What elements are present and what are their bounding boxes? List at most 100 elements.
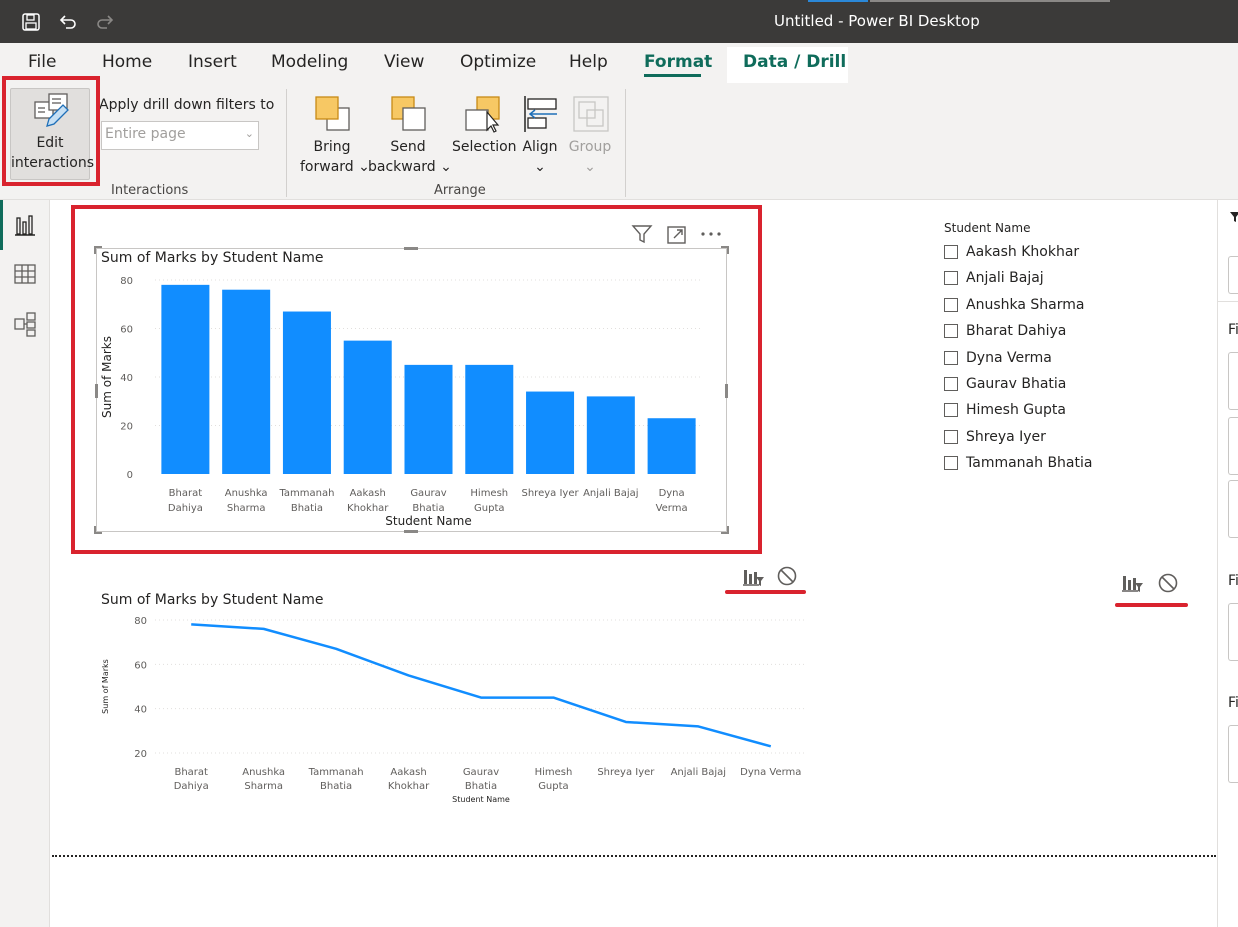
none-interaction-icon[interactable] xyxy=(1157,572,1179,594)
x-tick-label: Shreya Iyer xyxy=(597,767,655,778)
slicer-item-label: Anushka Sharma xyxy=(966,296,1085,313)
filter-interaction-icon[interactable] xyxy=(741,566,765,588)
resize-handle[interactable] xyxy=(725,384,728,398)
slicer-item-label: Anjali Bajaj xyxy=(966,270,1044,287)
pane-card[interactable] xyxy=(1228,352,1238,410)
send-backward-icon xyxy=(391,96,426,131)
resize-handle[interactable] xyxy=(721,526,729,534)
slicer-checkbox[interactable] xyxy=(944,245,958,259)
filter-icon[interactable] xyxy=(631,224,653,244)
more-options-icon[interactable] xyxy=(699,226,723,242)
x-tick-label: Tammanah xyxy=(308,767,364,778)
ribbon-separator xyxy=(625,89,626,197)
resize-handle[interactable] xyxy=(404,247,418,250)
apply-drill-value: Entire page xyxy=(105,126,186,142)
tab-view[interactable]: View xyxy=(384,52,424,72)
pane-section-label: Fi xyxy=(1228,695,1238,711)
pane-card[interactable] xyxy=(1228,725,1238,783)
send-backward-button[interactable]: Send backward ⌄ xyxy=(368,91,452,183)
x-tick-label: Himesh xyxy=(470,488,508,499)
slicer-checkbox[interactable] xyxy=(944,350,958,365)
tab-file[interactable]: File xyxy=(28,52,56,72)
slicer-checkbox[interactable] xyxy=(944,429,958,444)
filter-interaction-icon[interactable] xyxy=(1120,572,1144,594)
x-tick-label: Sharma xyxy=(244,781,283,792)
table-view-icon[interactable] xyxy=(12,261,38,287)
x-tick-label: Sharma xyxy=(227,503,266,514)
slicer-item-label: Aakash Khokhar xyxy=(966,244,1080,260)
slicer-checkbox[interactable] xyxy=(944,324,958,339)
y-tick-label: 20 xyxy=(134,749,147,760)
bring-forward-line1: Bring xyxy=(313,139,351,155)
bar-chart-plot: 0 20 40 60 80 Bharat Dahiya Anushka Sharma Tamman… xyxy=(100,276,702,528)
bring-forward-icon xyxy=(315,96,350,131)
pane-card[interactable] xyxy=(1228,480,1238,538)
pane-filter-icon[interactable] xyxy=(1230,212,1238,222)
bar xyxy=(526,391,575,474)
x-tick-label: Dyna Verma xyxy=(740,767,801,778)
bar xyxy=(647,418,696,474)
slicer-checkbox[interactable] xyxy=(944,297,958,312)
tab-help[interactable]: Help xyxy=(569,52,608,72)
slicer-checkbox[interactable] xyxy=(944,403,958,418)
y-tick-label: 60 xyxy=(134,660,147,671)
slicer-checkbox[interactable] xyxy=(944,456,958,471)
slicer-item[interactable]: Aakash Khokhar xyxy=(944,242,1079,262)
resize-handle[interactable] xyxy=(721,246,729,254)
report-view-icon[interactable] xyxy=(12,212,38,238)
tab-optimize[interactable]: Optimize xyxy=(460,52,536,72)
slicer-checkbox[interactable] xyxy=(944,271,958,286)
slicer-item[interactable]: Dyna Verma xyxy=(944,348,1052,368)
x-tick-label: Khokhar xyxy=(388,781,430,792)
slicer-item[interactable]: Shreya Iyer xyxy=(944,427,1046,447)
slicer-item-label: Himesh Gupta xyxy=(966,402,1066,419)
redo-icon[interactable] xyxy=(93,10,117,34)
slicer-item[interactable]: Anjali Bajaj xyxy=(944,268,1044,288)
save-icon[interactable] xyxy=(19,10,43,34)
pane-card[interactable] xyxy=(1228,603,1238,661)
selection-button[interactable]: Selection xyxy=(452,91,517,183)
align-label: Align xyxy=(522,139,558,155)
bring-forward-button[interactable]: Bring forward ⌄ xyxy=(300,91,370,183)
tab-modeling[interactable]: Modeling xyxy=(271,52,348,72)
slicer-item[interactable]: Gaurav Bhatia xyxy=(944,374,1066,394)
tab-format[interactable]: Format xyxy=(644,52,712,72)
bar xyxy=(586,396,635,474)
undo-icon[interactable] xyxy=(56,10,80,34)
line-chart-plot[interactable]: 20 40 60 80 Bharat Dahiya Anushka Sharma Tammana… xyxy=(97,612,809,808)
model-view-icon[interactable] xyxy=(12,311,38,337)
x-tick-label: Himesh xyxy=(535,767,573,778)
bar xyxy=(465,364,514,474)
x-tick-label: Anjali Bajaj xyxy=(583,488,639,499)
arrange-group-label: Arrange xyxy=(434,183,486,198)
y-tick-label: 0 xyxy=(127,470,133,481)
tab-home[interactable]: Home xyxy=(102,52,152,72)
slicer-item[interactable]: Tammanah Bhatia xyxy=(944,453,1092,473)
x-tick-label: Gupta xyxy=(474,503,504,514)
y-tick-label: 40 xyxy=(120,373,133,384)
bar xyxy=(222,289,271,474)
pane-search-input[interactable] xyxy=(1228,256,1238,294)
rail-active-indicator xyxy=(0,200,3,250)
x-tick-label: Dahiya xyxy=(174,781,209,792)
slicer-item[interactable]: Himesh Gupta xyxy=(944,400,1066,420)
title-accent-bar xyxy=(870,0,1110,2)
x-tick-label: Tammanah xyxy=(278,488,334,499)
pane-card[interactable] xyxy=(1228,417,1238,475)
tab-data-drill[interactable]: Data / Drill xyxy=(743,52,846,72)
slicer-checkbox[interactable] xyxy=(944,377,958,391)
title-bar: Untitled - Power BI Desktop xyxy=(0,0,1238,43)
x-tick-label: Gupta xyxy=(538,781,568,792)
y-tick-label: 60 xyxy=(120,325,133,336)
interaction-highlight xyxy=(1115,603,1188,607)
focus-mode-icon[interactable] xyxy=(666,225,688,245)
x-tick-label: Bhatia xyxy=(465,781,497,792)
slicer-item[interactable]: Bharat Dahiya xyxy=(944,321,1066,341)
tab-insert[interactable]: Insert xyxy=(188,52,237,72)
title-accent xyxy=(808,0,868,2)
bar xyxy=(404,364,453,474)
none-interaction-icon[interactable] xyxy=(776,565,798,587)
slicer-item[interactable]: Anushka Sharma xyxy=(944,295,1084,315)
apply-drill-dropdown[interactable]: Entire page ⌄ xyxy=(101,121,259,150)
align-button[interactable]: Align ⌄ xyxy=(518,91,562,183)
